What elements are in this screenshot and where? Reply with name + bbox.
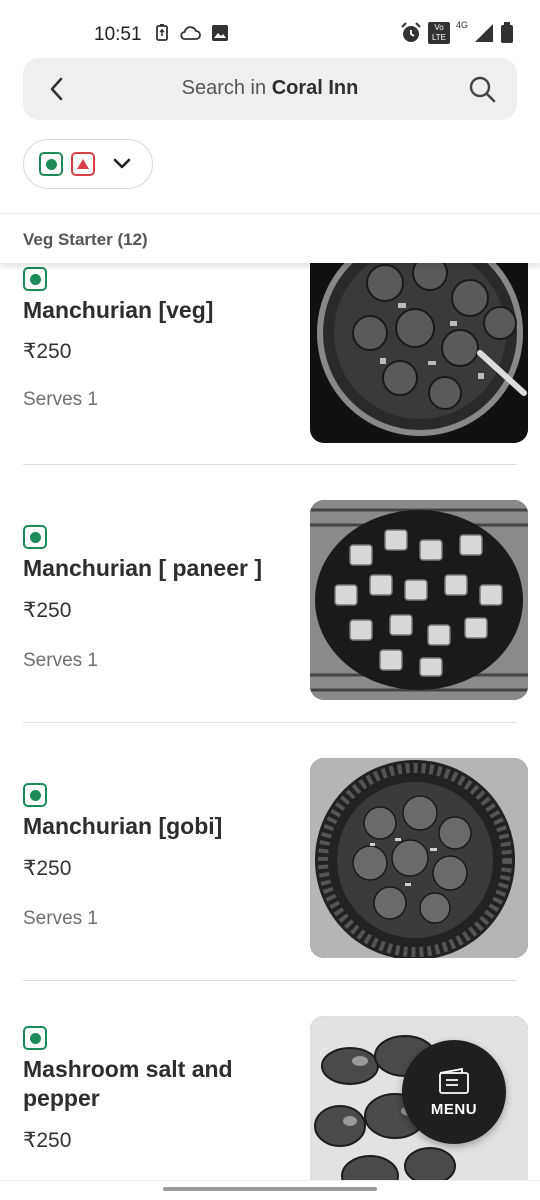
- battery-icon: [501, 22, 513, 43]
- item-price: ₹250: [23, 599, 72, 622]
- restaurant-name: Coral Inn: [271, 77, 359, 99]
- section-header: Veg Starter (12): [0, 213, 540, 263]
- cloud-icon: [180, 26, 201, 40]
- item-price: ₹250: [23, 857, 72, 880]
- menu-item[interactable]: Manchurian [gobi] ₹250 Serves 1: [0, 723, 540, 981]
- item-name: Manchurian [ paneer ]: [23, 555, 262, 581]
- volte-icon: Vo LTE: [427, 22, 450, 44]
- status-bar: 10:51 Vo LTE 4G: [0, 0, 540, 60]
- section-title: Veg Starter (12): [23, 230, 148, 249]
- veg-mark-icon: [23, 1026, 47, 1050]
- status-right-icons: Vo LTE 4G: [400, 20, 514, 44]
- chevron-down-icon: [113, 158, 131, 170]
- search-placeholder[interactable]: Search in Coral Inn: [23, 77, 517, 100]
- search-prefix: Search in: [181, 77, 272, 99]
- veg-mark-icon: [39, 152, 63, 176]
- menu-item[interactable]: Manchurian [veg] ₹250 Serves 1: [0, 263, 540, 465]
- search-bar[interactable]: Search in Coral Inn: [23, 58, 517, 120]
- item-serves: Serves 1: [23, 389, 98, 410]
- signal-icon: [475, 24, 493, 42]
- item-photo[interactable]: [310, 500, 528, 700]
- menu-fab-button[interactable]: MENU: [402, 1040, 506, 1144]
- veg-mark-icon: [23, 783, 47, 807]
- item-photo[interactable]: [310, 758, 528, 958]
- network-type-label: 4G: [455, 20, 468, 30]
- status-time: 10:51: [94, 24, 142, 45]
- veg-mark-icon: [23, 525, 47, 549]
- item-photo[interactable]: [310, 263, 528, 443]
- item-serves: Serves 1: [23, 650, 98, 671]
- search-icon: [469, 76, 496, 103]
- item-name: Manchurian [veg]: [23, 297, 214, 323]
- item-price: ₹250: [23, 340, 72, 363]
- item-name: Mashroom salt and pepper: [23, 1056, 233, 1111]
- item-price: ₹250: [23, 1129, 72, 1152]
- nonveg-mark-icon: [71, 152, 95, 176]
- alarm-icon: [401, 22, 421, 42]
- menu-book-icon: [439, 1067, 469, 1094]
- search-button[interactable]: [465, 72, 499, 106]
- item-serves: Serves 1: [23, 908, 98, 929]
- item-name: Manchurian [gobi]: [23, 813, 223, 839]
- image-icon: [212, 25, 228, 41]
- gesture-bar: [0, 1180, 540, 1200]
- diet-filter-dropdown[interactable]: [23, 139, 153, 189]
- battery-saver-icon: [156, 24, 168, 41]
- menu-item[interactable]: Manchurian [ paneer ] ₹250 Serves 1: [0, 465, 540, 723]
- home-indicator[interactable]: [163, 1187, 377, 1191]
- menu-fab-label: MENU: [430, 1100, 478, 1118]
- veg-mark-icon: [23, 267, 47, 291]
- status-left-icons: [155, 24, 229, 42]
